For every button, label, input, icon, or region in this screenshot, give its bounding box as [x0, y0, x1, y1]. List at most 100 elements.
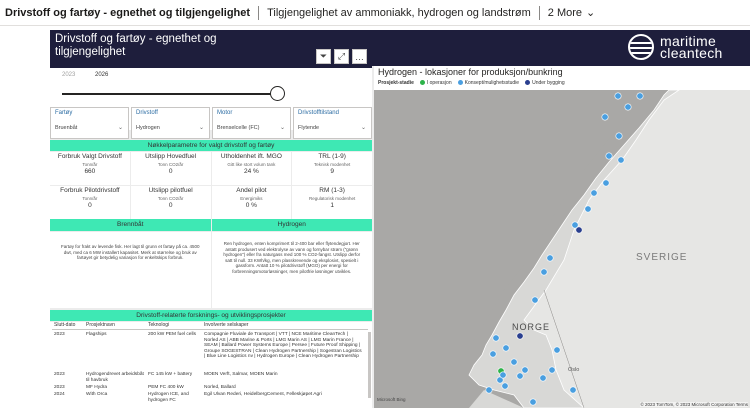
- table-row[interactable]: 2023 Flagships 200 kW PEM fuel cells Com…: [52, 332, 368, 360]
- location-marker[interactable]: [516, 372, 524, 380]
- location-marker[interactable]: [521, 366, 529, 374]
- kpi-title: Forbruk Valgt Drivstoff: [57, 153, 122, 160]
- cell-year: 2023: [54, 372, 65, 377]
- location-marker[interactable]: [501, 382, 509, 390]
- kpi-subtitle: Gitt like stort volum tank: [227, 162, 276, 167]
- location-marker[interactable]: [531, 296, 539, 304]
- location-marker[interactable]: [529, 398, 537, 406]
- cell-companies: Norled, Ballard: [204, 385, 236, 390]
- filter-row: Fartøy Bruenbåt ⌄ Drivstoff Hydrogen ⌄ Motor…: [50, 107, 372, 139]
- location-marker[interactable]: [590, 189, 598, 197]
- location-marker[interactable]: [605, 152, 613, 160]
- table-row[interactable]: 2023 MF Hydra PEM FC 400 kW Norled, Ball…: [52, 385, 368, 391]
- column-header[interactable]: Slutt-dato: [52, 322, 86, 329]
- cell-name: With Orca: [86, 392, 108, 397]
- tab-drivstoff[interactable]: Drivstoff og fartøy - egnethet og tilgje…: [5, 7, 250, 19]
- kpi-card: Utslipp pilotfuel Tonn CO2/år 0: [130, 186, 211, 219]
- description-texts: Fartøy for frakt av levende fisk. Her la…: [50, 232, 372, 308]
- filter-value: Bruenbåt: [55, 125, 78, 131]
- location-marker[interactable]: [489, 350, 497, 358]
- location-marker[interactable]: [548, 366, 556, 374]
- tab-more-button[interactable]: 2 More ⌄: [547, 6, 595, 20]
- location-marker[interactable]: [614, 92, 622, 100]
- location-marker[interactable]: [617, 156, 625, 164]
- location-marker[interactable]: [601, 113, 609, 121]
- cell-year: 2024: [54, 392, 65, 397]
- report-tab-bar: Drivstoff og fartøy - egnethet og tilgje…: [0, 0, 750, 26]
- location-marker[interactable]: [546, 254, 554, 262]
- legend-label: I operasjon: [426, 80, 452, 86]
- location-marker[interactable]: [569, 386, 577, 394]
- table-row[interactable]: 2023 Hydrogendrevet arbeidsbåt til havbr…: [52, 372, 368, 383]
- slider-track[interactable]: [62, 93, 278, 95]
- column-header[interactable]: Teknologi: [148, 322, 204, 329]
- filter-icon[interactable]: ⏷: [316, 49, 331, 64]
- vessel-description: Fartøy for frakt av levende fisk. Her la…: [50, 232, 211, 308]
- location-marker[interactable]: [624, 103, 632, 111]
- filter-value: Hydrogen: [136, 125, 160, 131]
- report-header: Drivstoff og fartøy - egnethet og tilgje…: [50, 30, 372, 68]
- legend-item[interactable]: Under bygging: [525, 80, 565, 86]
- location-marker[interactable]: [636, 92, 644, 100]
- cell-name: Flagships: [86, 332, 107, 337]
- kpi-value: 1: [330, 202, 334, 209]
- key-params-heading: Nøkkelparametre for valgt drivstoff og f…: [50, 140, 372, 151]
- tab-separator: [538, 5, 540, 20]
- focus-mode-icon[interactable]: ⤢: [334, 49, 349, 64]
- column-header[interactable]: Prosjektnavn: [86, 322, 148, 329]
- kpi-subtitle: Tonn/år: [82, 196, 98, 201]
- kpi-value: 24 %: [243, 168, 259, 175]
- chevron-down-icon: ⌄: [198, 125, 204, 131]
- year-start-input[interactable]: 2023: [62, 72, 75, 78]
- table-scrollbar[interactable]: [368, 332, 371, 398]
- column-header[interactable]: Involverte selskaper: [204, 322, 362, 329]
- filter-drivstoff[interactable]: Drivstoff Hydrogen ⌄: [131, 107, 210, 139]
- tab-more-label: 2 More: [547, 6, 583, 19]
- location-marker[interactable]: [575, 226, 583, 234]
- cell-tech: FC 145 kW + battery: [148, 372, 193, 377]
- location-marker[interactable]: [499, 371, 507, 379]
- report-canvas: Drivstoff og fartøy - egnethet og tilgje…: [50, 30, 750, 408]
- location-marker[interactable]: [553, 346, 561, 354]
- location-marker[interactable]: [615, 132, 623, 140]
- legend-dot: [525, 80, 531, 86]
- vessel-heading: Brennbåt: [50, 219, 211, 231]
- location-marker[interactable]: [516, 332, 524, 340]
- kpi-row-1: Forbruk Valgt Drivstoff Tonn/år 660 Utslip…: [50, 152, 372, 185]
- filter-motor[interactable]: Motor Brenselcelle (FC) ⌄: [212, 107, 291, 139]
- kpi-card: RM (1-3) Regulatorisk modenhet 1: [292, 186, 372, 219]
- cell-tech: Hydrogen ICE, and hydrogen FC: [148, 392, 189, 403]
- location-marker[interactable]: [485, 386, 493, 394]
- slider-handle[interactable]: [270, 86, 285, 101]
- location-marker[interactable]: [539, 374, 547, 382]
- location-marker[interactable]: [540, 268, 548, 276]
- kpi-subtitle: Tonn CO2/år: [157, 196, 184, 201]
- legend-item[interactable]: I operasjon: [419, 80, 452, 86]
- map-canvas[interactable]: SVERIGE NORGE Oslo Microsoft Bing © 2023…: [374, 90, 750, 408]
- location-marker[interactable]: [510, 358, 518, 366]
- cell-companies: MOEN Verft, Salmar, MOEN Marin: [204, 372, 278, 377]
- tab-tilgjengelighet[interactable]: Tilgjengelighet av ammoniakk, hydrogen o…: [267, 7, 531, 19]
- brand-line-2: cleantech: [660, 45, 723, 61]
- table-row[interactable]: 2024 With Orca Hydrogen ICE, and hydroge…: [52, 392, 368, 403]
- filter-value: Brenselcelle (FC): [217, 125, 260, 131]
- legend-item[interactable]: Konsept/mulighetsstudie: [457, 80, 519, 86]
- location-marker[interactable]: [584, 205, 592, 213]
- kpi-subtitle: Tonn/år: [82, 162, 98, 167]
- more-options-icon[interactable]: …: [352, 49, 367, 64]
- filter-fartoy[interactable]: Fartøy Bruenbåt ⌄: [50, 107, 129, 139]
- location-marker[interactable]: [492, 334, 500, 342]
- map-legend: Prosjekt-stadie I operasjon Konsept/muli…: [378, 80, 565, 86]
- country-label-norge: NORGE: [512, 322, 550, 332]
- location-marker[interactable]: [602, 179, 610, 187]
- filter-label: Drivstofftilstand: [298, 110, 339, 116]
- location-marker[interactable]: [502, 344, 510, 352]
- filter-label: Motor: [217, 110, 233, 116]
- filter-drivstofftilstand[interactable]: Drivstofftilstand Flytende ⌄: [293, 107, 372, 139]
- year-end-input[interactable]: 2026: [95, 72, 108, 78]
- map-attribution[interactable]: © 2023 TomTom, © 2023 Microsoft Corporat…: [640, 402, 748, 407]
- fuel-description: Ren hydrogen, enten komprimert til 2-400…: [211, 232, 372, 308]
- kpi-title: Andel pilot: [236, 187, 267, 194]
- brand-logo: maritime cleantech: [660, 34, 723, 61]
- kpi-subtitle: Energimiks: [240, 196, 263, 201]
